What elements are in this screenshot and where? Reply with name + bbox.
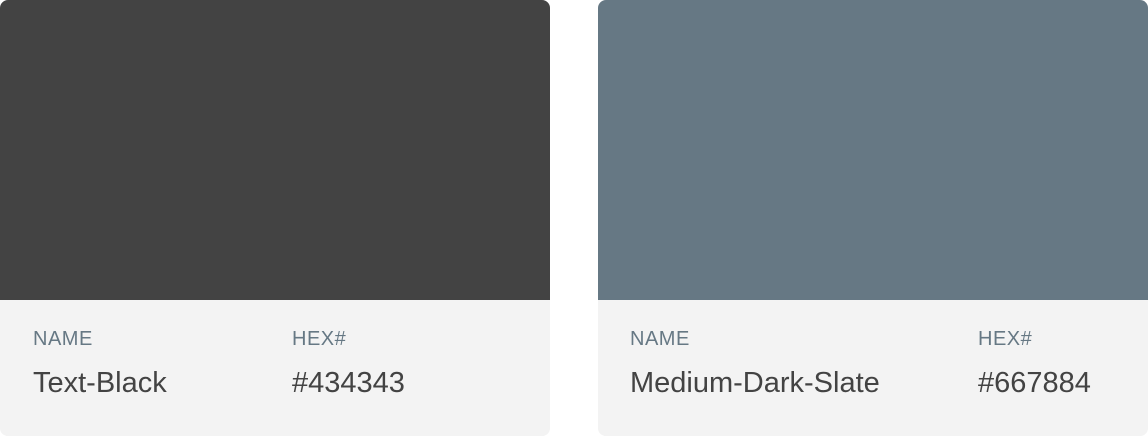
hex-field: HEX# #667884	[978, 326, 1091, 400]
hex-value: #667884	[978, 367, 1091, 399]
color-swatch	[0, 0, 550, 300]
swatch-card-medium-dark-slate: NAME Medium-Dark-Slate HEX# #667884	[598, 0, 1148, 436]
color-name: Medium-Dark-Slate	[630, 367, 880, 399]
swatch-info-panel: NAME Medium-Dark-Slate HEX# #667884	[598, 300, 1148, 436]
swatch-info-panel: NAME Text-Black HEX# #434343	[0, 300, 550, 436]
hex-label: HEX#	[978, 328, 1033, 350]
name-field: NAME Medium-Dark-Slate	[630, 326, 880, 400]
color-swatch	[598, 0, 1148, 300]
hex-label: HEX#	[292, 328, 347, 350]
color-swatch-grid: NAME Text-Black HEX# #434343 NAME Medium…	[0, 0, 1148, 436]
swatch-card-text-black: NAME Text-Black HEX# #434343	[0, 0, 550, 436]
name-field: NAME Text-Black	[33, 326, 167, 400]
hex-field: HEX# #434343	[292, 326, 405, 400]
color-name: Text-Black	[33, 367, 167, 399]
name-label: NAME	[630, 328, 690, 350]
hex-value: #434343	[292, 367, 405, 399]
name-label: NAME	[33, 328, 93, 350]
